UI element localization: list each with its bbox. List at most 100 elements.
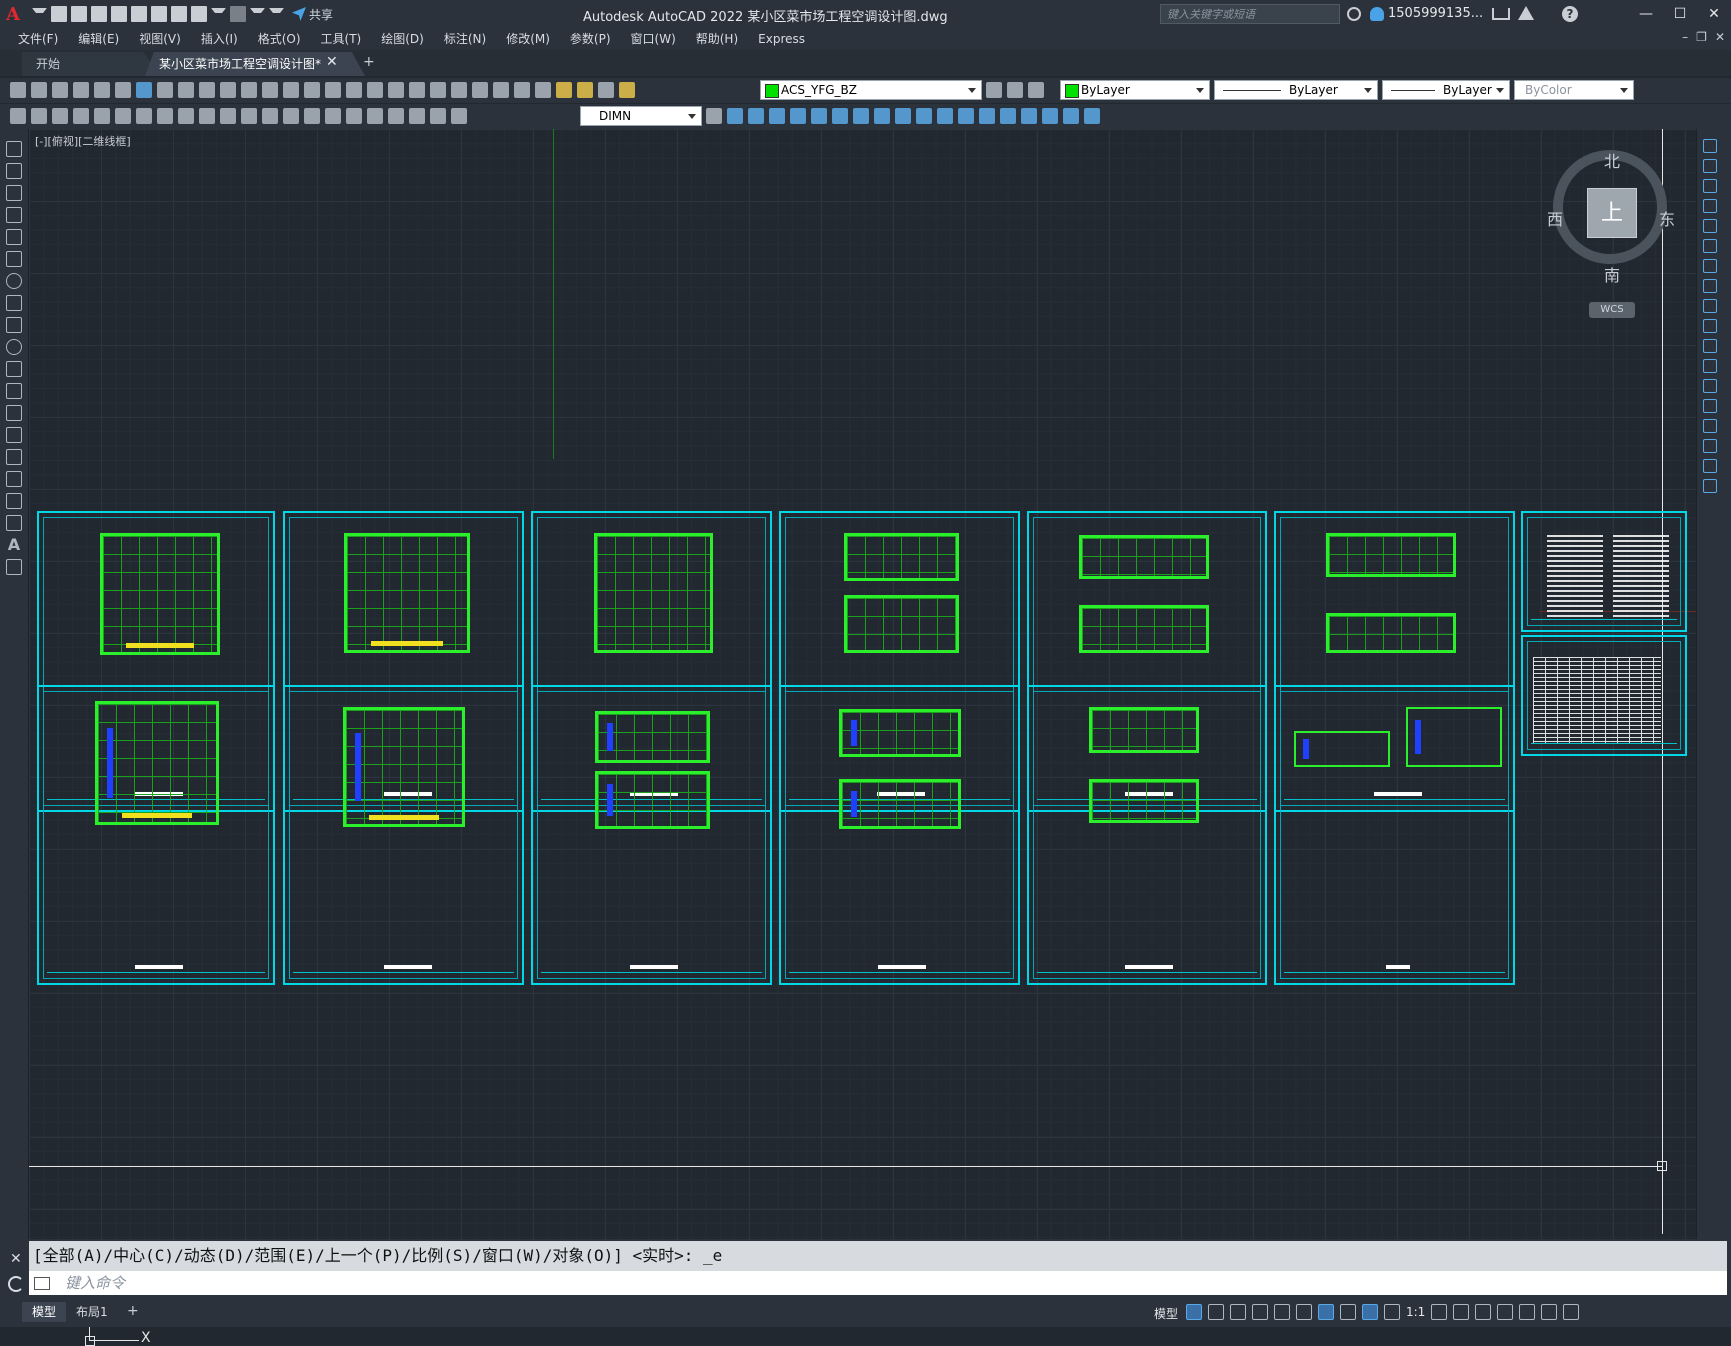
array-icon[interactable] <box>811 108 827 124</box>
stretch-icon[interactable] <box>874 108 890 124</box>
drawing-sheet[interactable] <box>1027 685 1267 985</box>
zoom-window-icon[interactable] <box>346 82 362 98</box>
move-palette-icon[interactable] <box>1703 239 1717 253</box>
copy-object-icon[interactable] <box>748 108 764 124</box>
minimize-button[interactable]: — <box>1629 0 1663 28</box>
compass-west[interactable]: 西 <box>1547 206 1563 230</box>
zoom-previous-icon[interactable] <box>367 82 383 98</box>
annotation-monitor-icon[interactable] <box>1453 1304 1470 1320</box>
markup-icon[interactable] <box>472 82 488 98</box>
explode-palette-icon[interactable] <box>1703 479 1717 493</box>
undo-icon[interactable] <box>191 6 207 22</box>
circle-icon[interactable] <box>6 273 22 289</box>
erase-icon[interactable] <box>1703 139 1717 153</box>
arc-icon[interactable] <box>6 251 22 267</box>
make-block-icon[interactable] <box>6 405 22 421</box>
menu-parametric[interactable]: 参数(P) <box>560 28 621 50</box>
drawing-sheet[interactable] <box>779 685 1020 985</box>
save-toolbar-icon[interactable] <box>52 82 68 98</box>
customize-qat-icon[interactable] <box>269 8 284 20</box>
close-button[interactable]: ✕ <box>1697 0 1731 28</box>
help-toolbar-icon[interactable] <box>514 82 530 98</box>
drawing-sheet[interactable] <box>531 685 772 985</box>
cart-icon[interactable] <box>1492 8 1510 20</box>
polygon-icon[interactable] <box>6 207 22 223</box>
layer-freeze-icon[interactable] <box>577 82 593 98</box>
dim-space-icon[interactable] <box>304 108 320 124</box>
layer-lock-icon[interactable] <box>619 82 635 98</box>
lineweight-toggle-icon[interactable] <box>1340 1304 1356 1320</box>
add-selected-icon[interactable] <box>6 559 22 575</box>
redo-dropdown-icon[interactable] <box>250 8 265 20</box>
undo-dropdown-icon[interactable] <box>211 8 226 20</box>
doc-close-button[interactable]: ✕ <box>1715 30 1725 44</box>
properties-icon[interactable] <box>388 82 404 98</box>
hatch-icon[interactable] <box>6 449 22 465</box>
offset-palette-icon[interactable] <box>1703 199 1717 213</box>
calculator-icon[interactable] <box>493 82 509 98</box>
object-snap-tracking-icon[interactable] <box>1296 1304 1312 1320</box>
search-icon[interactable] <box>1347 7 1361 21</box>
recent-commands-icon[interactable] <box>34 1277 50 1290</box>
dim-style-icon[interactable] <box>10 108 26 124</box>
layer-state-icon[interactable] <box>1028 82 1044 98</box>
drawing-canvas[interactable]: [-][俯视][二维线框] X <box>29 129 1696 1346</box>
cut-icon[interactable] <box>157 82 173 98</box>
save-as-icon[interactable] <box>111 6 127 22</box>
grid-icon[interactable] <box>1186 1304 1202 1320</box>
dim-text-edit-icon[interactable] <box>451 108 467 124</box>
trim-icon[interactable] <box>895 108 911 124</box>
multiline-text-icon[interactable]: A <box>6 537 22 553</box>
continue-dim-icon[interactable] <box>283 108 299 124</box>
drawing-sheet[interactable] <box>283 685 524 985</box>
layer-viewport-icon[interactable] <box>598 82 614 98</box>
open-file-icon[interactable] <box>71 6 87 22</box>
tolerance-icon[interactable] <box>346 108 362 124</box>
diameter-dim-icon[interactable] <box>199 108 215 124</box>
dim-style-manager-icon[interactable] <box>706 108 722 124</box>
qnew-icon[interactable] <box>10 82 26 98</box>
copy-icon[interactable] <box>178 82 194 98</box>
point-icon[interactable] <box>6 427 22 443</box>
add-layout-icon[interactable]: + <box>127 1303 139 1319</box>
isodraft-icon[interactable] <box>1274 1304 1290 1320</box>
new-file-icon[interactable] <box>51 6 67 22</box>
construction-line-icon[interactable] <box>6 163 22 179</box>
layer-on-icon[interactable] <box>556 82 572 98</box>
doc-restore-button[interactable]: ❐ <box>1696 30 1707 44</box>
pan-icon[interactable] <box>304 82 320 98</box>
layer-previous-icon[interactable] <box>1007 82 1023 98</box>
app-menu-dropdown-icon[interactable] <box>32 8 47 20</box>
plot-preview-icon[interactable] <box>94 82 110 98</box>
menu-file[interactable]: 文件(F) <box>8 28 68 50</box>
open-from-web-icon[interactable] <box>131 6 147 22</box>
doc-minimize-button[interactable]: – <box>1682 30 1688 44</box>
plot-icon[interactable] <box>171 6 187 22</box>
scale-icon[interactable] <box>853 108 869 124</box>
lineweight-dropdown[interactable]: ByLayer <box>1382 80 1510 100</box>
units-icon[interactable] <box>1475 1304 1492 1320</box>
extend-icon[interactable] <box>916 108 932 124</box>
inspect-icon[interactable] <box>388 108 404 124</box>
menu-express[interactable]: Express <box>748 28 815 50</box>
menu-insert[interactable]: 插入(I) <box>191 28 248 50</box>
draw-order-icon[interactable] <box>1042 108 1058 124</box>
search-input[interactable]: 键入关键字或短语 <box>1160 4 1340 24</box>
polyline-icon[interactable] <box>6 185 22 201</box>
menu-modify[interactable]: 修改(M) <box>496 28 560 50</box>
viewcube-top-face[interactable]: 上 <box>1587 188 1637 238</box>
maximize-button[interactable]: ☐ <box>1663 0 1697 28</box>
insert-block-icon[interactable] <box>6 383 22 399</box>
hardware-acceleration-icon[interactable] <box>1519 1304 1536 1320</box>
snap-icon[interactable] <box>1208 1304 1224 1320</box>
tab-close-icon[interactable]: ✕ <box>326 54 338 70</box>
bring-front-icon[interactable] <box>1063 108 1079 124</box>
join-palette-icon[interactable] <box>1703 399 1717 413</box>
center-mark-icon[interactable] <box>367 108 383 124</box>
notes-sheet[interactable] <box>1521 511 1687 632</box>
plotstyle-dropdown[interactable]: ByColor <box>1514 80 1634 100</box>
menu-window[interactable]: 窗口(W) <box>621 28 686 50</box>
arc-length-icon[interactable] <box>115 108 131 124</box>
jogged-dim-icon[interactable] <box>178 108 194 124</box>
chamfer-icon[interactable] <box>979 108 995 124</box>
